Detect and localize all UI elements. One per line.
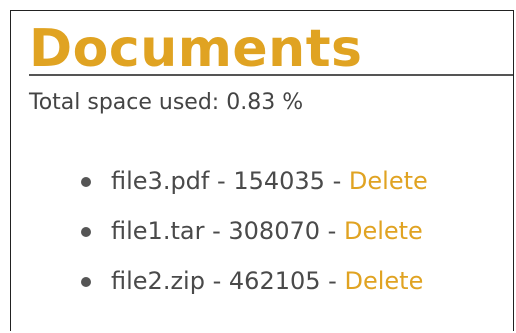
file-size: 154035 <box>233 167 325 195</box>
delete-link[interactable]: Delete <box>344 217 423 245</box>
file-separator: - <box>217 167 226 195</box>
file-separator: - <box>212 217 221 245</box>
file-separator: - <box>327 217 337 245</box>
file-separator: - <box>332 167 342 195</box>
file-list-item: file3.pdf - 154035 - Delete <box>81 163 428 213</box>
space-usage-value: 0.83 % <box>226 90 304 115</box>
title-divider <box>29 74 513 76</box>
bullet-icon <box>81 227 91 237</box>
file-list-item: file2.zip - 462105 - Delete <box>81 263 428 313</box>
file-name: file2.zip <box>111 267 205 295</box>
file-list: file3.pdf - 154035 - Delete file1.tar - … <box>81 163 428 313</box>
delete-link[interactable]: Delete <box>344 267 423 295</box>
space-usage-label: Total space used: <box>29 90 220 115</box>
bullet-icon <box>81 177 91 187</box>
documents-panel: Documents Total space used: 0.83 % file3… <box>10 10 514 331</box>
file-size: 462105 <box>228 267 321 295</box>
file-separator: - <box>212 267 222 295</box>
file-name: file1.tar <box>111 217 205 245</box>
file-list-item: file1.tar - 308070 - Delete <box>81 213 428 263</box>
delete-link[interactable]: Delete <box>349 167 428 195</box>
page-title: Documents <box>29 19 363 79</box>
file-name: file3.pdf <box>111 167 210 195</box>
bullet-icon <box>81 277 91 287</box>
file-size: 308070 <box>228 217 321 245</box>
file-separator: - <box>328 267 337 295</box>
space-usage: Total space used: 0.83 % <box>29 89 303 117</box>
